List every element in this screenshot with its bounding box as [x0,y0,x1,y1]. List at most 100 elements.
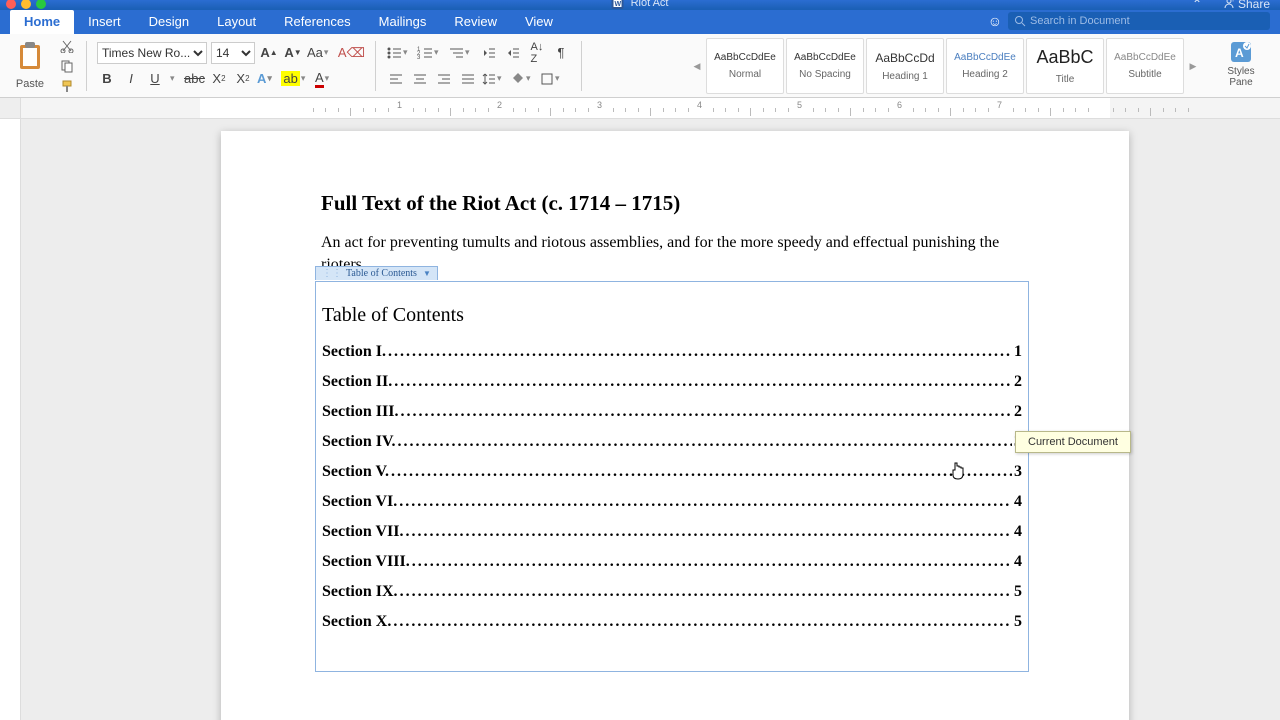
line-spacing-button[interactable]: ▾ [482,68,507,90]
tab-layout[interactable]: Layout [203,10,270,34]
clear-format-button[interactable]: A⌫ [338,42,365,64]
bullets-button[interactable]: ▾ [386,42,413,64]
toc-entry[interactable]: Section VI. ............................… [322,493,1022,511]
toc-entry-page: 2 [1014,403,1022,421]
show-marks-button[interactable]: ¶ [551,42,571,64]
toc-leader-dots: ........................................… [391,463,1012,481]
tab-mailings[interactable]: Mailings [365,10,441,34]
styles-pane-button[interactable]: A Styles Pane [1216,40,1266,88]
paste-button[interactable]: Paste [6,41,54,90]
toc-entry-page: 4 [1014,493,1022,511]
tab-review[interactable]: Review [440,10,511,34]
style-heading-2[interactable]: AaBbCcDdEeHeading 2 [946,38,1024,94]
strikethrough-button[interactable]: abc [184,68,205,90]
toc-entry-label: Section VIII. [322,553,410,571]
grow-font-button[interactable]: A▲ [259,42,279,64]
toc-leader-dots: ........................................… [388,343,1012,361]
toc-leader-dots: ........................................… [399,493,1012,511]
sort-button[interactable]: A↓Z [527,42,547,64]
styles-next-button[interactable]: ▶ [1186,39,1200,93]
toc-entry[interactable]: Section V. .............................… [322,463,1022,481]
styles-prev-button[interactable]: ◀ [690,39,704,93]
style-no-spacing[interactable]: AaBbCcDdEeNo Spacing [786,38,864,94]
text-effects-button[interactable]: A▾ [257,68,277,90]
change-case-button[interactable]: Aa▾ [307,42,334,64]
tab-design[interactable]: Design [135,10,203,34]
vertical-ruler[interactable] [0,119,21,720]
toc-entry-page: 4 [1014,523,1022,541]
copy-button[interactable] [58,58,76,74]
shrink-font-button[interactable]: A▼ [283,42,303,64]
svg-text:A: A [1235,46,1244,60]
toc-entry-label: Section II. [322,373,392,391]
document-canvas[interactable]: Full Text of the Riot Act (c. 1714 – 171… [21,119,1280,720]
shading-button[interactable]: ▾ [511,68,536,90]
font-size-select[interactable]: 14 [211,42,255,64]
toc-leader-dots: ........................................… [400,583,1012,601]
toc-entry-label: Section III. [322,403,398,421]
window-close-button[interactable] [6,0,16,9]
toc-entry[interactable]: Section IX. ............................… [322,583,1022,601]
toc-entry-label: Section IV. [322,433,396,451]
highlight-button[interactable]: ab▾ [281,68,310,90]
style-heading-1[interactable]: AaBbCcDdHeading 1 [866,38,944,94]
toc-entry-page: 1 [1014,343,1022,361]
document-title[interactable]: Full Text of the Riot Act (c. 1714 – 171… [321,191,1029,216]
tab-references[interactable]: References [270,10,364,34]
toc-heading[interactable]: Table of Contents [322,304,1022,327]
increase-indent-button[interactable] [503,42,523,64]
ribbon-tabs: Home Insert Design Layout References Mai… [0,10,1280,34]
align-left-button[interactable] [386,68,406,90]
toc-entry[interactable]: Section IV. ............................… [322,433,1022,451]
format-painter-button[interactable] [58,78,76,94]
numbering-button[interactable]: 123▾ [417,42,444,64]
link-cursor-icon [949,461,967,486]
font-color-button[interactable]: A▾ [315,68,335,90]
toc-entry[interactable]: Section VII. ...........................… [322,523,1022,541]
style-title[interactable]: AaBbCTitle [1026,38,1104,94]
toc-entry[interactable]: Section VIII. ..........................… [322,553,1022,571]
font-group: Times New Ro... 14 A▲ A▼ Aa▾ A⌫ B I U▾ a… [91,37,371,95]
toc-entry[interactable]: Section I. .............................… [322,343,1022,361]
search-box[interactable]: Search in Document [1008,12,1270,30]
justify-button[interactable] [458,68,478,90]
cut-button[interactable] [58,38,76,54]
horizontal-ruler[interactable]: 1234567 [0,98,1280,119]
italic-button[interactable]: I [121,68,141,90]
toc-entry[interactable]: Section II. ............................… [322,373,1022,391]
paragraph-group: ▾ 123▾ ▾ A↓Z ¶ ▾ ▾ ▾ [380,37,577,95]
tab-home[interactable]: Home [10,10,74,34]
align-right-button[interactable] [434,68,454,90]
toc-field-tab[interactable]: ⋮⋮ Table of Contents ▼ [315,266,438,280]
toc-leader-dots: ........................................… [394,373,1012,391]
style-subtitle[interactable]: AaBbCcDdEeSubtitle [1106,38,1184,94]
tooltip-current-document: Current Document [1015,431,1131,453]
toc-entry-page: 2 [1014,373,1022,391]
style-normal[interactable]: AaBbCcDdEeNormal [706,38,784,94]
feedback-icon[interactable]: ☺ [988,13,1002,29]
subscript-button[interactable]: X2 [209,68,229,90]
svg-text:+: + [1231,0,1235,4]
toc-entry-label: Section VI. [322,493,397,511]
toc-entry-page: 4 [1014,553,1022,571]
toc-entry[interactable]: Section III. ...........................… [322,403,1022,421]
toc-entry-page: 5 [1014,613,1022,631]
decrease-indent-button[interactable] [479,42,499,64]
bold-button[interactable]: B [97,68,117,90]
superscript-button[interactable]: X2 [233,68,253,90]
align-center-button[interactable] [410,68,430,90]
toc-entry-label: Section VII. [322,523,404,541]
window-maximize-button[interactable] [36,0,46,9]
window-minimize-button[interactable] [21,0,31,9]
borders-button[interactable]: ▾ [540,68,565,90]
font-name-select[interactable]: Times New Ro... [97,42,207,64]
tab-view[interactable]: View [511,10,567,34]
styles-gallery: ◀ AaBbCcDdEeNormal AaBbCcDdEeNo Spacing … [690,38,1200,94]
toc-entry[interactable]: Section X. .............................… [322,613,1022,631]
toc-leader-dots: ........................................… [398,433,1013,451]
multilevel-list-button[interactable]: ▾ [448,42,475,64]
underline-button[interactable]: U [145,68,165,90]
toc-field-box[interactable]: Table of Contents Section I. ...........… [315,281,1029,672]
tab-insert[interactable]: Insert [74,10,135,34]
toc-leader-dots: ........................................… [400,403,1012,421]
